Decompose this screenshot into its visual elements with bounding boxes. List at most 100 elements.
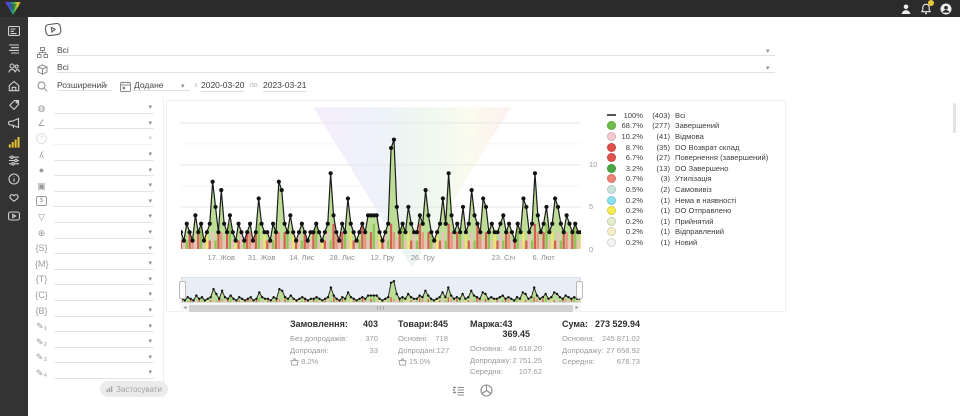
trend-icon: ∠ bbox=[35, 118, 48, 128]
filter-select-hierarchy[interactable]: ▾ bbox=[54, 149, 154, 161]
pie-view-icon[interactable] bbox=[480, 384, 493, 396]
filter-select-custom-3[interactable]: ▾ bbox=[54, 351, 154, 363]
filter-select-package[interactable]: ▾ bbox=[54, 180, 154, 192]
horizontal-scrollbar[interactable]: ◂ ▸ bbox=[181, 304, 581, 312]
nav-item-clients-icon[interactable] bbox=[7, 61, 21, 74]
x-tick-label: 28. Лис bbox=[329, 253, 354, 262]
filter-select-help[interactable]: ▾ bbox=[53, 133, 154, 145]
y-tick-label: 0 bbox=[589, 245, 593, 254]
nav-item-support-heart-icon[interactable] bbox=[7, 191, 21, 204]
chevron-down-icon: ▾ bbox=[148, 212, 152, 220]
legend-line-swatch bbox=[607, 114, 616, 116]
legend-label: DO Возврат склад bbox=[675, 143, 739, 152]
date-to-input[interactable]: 2023-03-21 bbox=[263, 80, 306, 92]
nav-item-marketing-icon[interactable] bbox=[7, 117, 21, 130]
legend-item[interactable]: 10.2%(41)Відмова bbox=[607, 131, 785, 142]
nav-item-video-tutorials-icon[interactable] bbox=[7, 209, 21, 222]
filter-select-sphere[interactable]: ▾ bbox=[54, 102, 154, 114]
filter-select-marker[interactable]: ▾ bbox=[54, 164, 154, 176]
chevron-down-icon: ▾ bbox=[181, 82, 185, 90]
filter-select-money[interactable]: ▾ bbox=[53, 195, 154, 207]
legend-item[interactable]: 100%(403)Всі bbox=[607, 110, 785, 121]
vertical-scrollbar[interactable] bbox=[953, 103, 956, 133]
date-from-label: з bbox=[194, 82, 197, 89]
nav-item-warehouse-icon[interactable] bbox=[7, 80, 21, 93]
legend-dot-swatch bbox=[607, 196, 616, 205]
date-from-input[interactable]: 2020-03-20 bbox=[201, 80, 244, 92]
filter-select-var-t[interactable]: ▾ bbox=[54, 273, 154, 285]
filter-select-group[interactable]: Всі bbox=[57, 45, 69, 55]
search-mode-select[interactable]: Розширений bbox=[57, 80, 106, 90]
legend-label: Утилізація bbox=[675, 174, 712, 183]
orders-chart[interactable] bbox=[181, 106, 581, 249]
stat-column: Замовлення:403Без допродажів:370Допродан… bbox=[290, 319, 378, 368]
user-icon[interactable] bbox=[899, 2, 912, 15]
scroll-right-icon[interactable]: ▸ bbox=[573, 304, 581, 312]
legend-item[interactable]: 0.7%(3)Утилізація bbox=[607, 174, 785, 185]
app-logo-icon[interactable] bbox=[4, 1, 22, 16]
filter-row-custom-1: ✎₁▾ bbox=[28, 318, 162, 334]
legend-item[interactable]: 8.7%(35)DO Возврат склад bbox=[607, 142, 785, 153]
legend-percent: 0.2% bbox=[616, 227, 643, 236]
nav-item-sales-tag-icon[interactable] bbox=[7, 98, 21, 111]
legend-item[interactable]: 0.2%(1)Новий bbox=[607, 237, 785, 248]
filter-select-funnel[interactable]: ▾ bbox=[54, 211, 154, 223]
stat-column: Товари:845Основні:718Допродані:12715.0% bbox=[398, 319, 448, 368]
legend-item[interactable]: 0.2%(1)Відправлений bbox=[607, 227, 785, 238]
filter-select-var-m[interactable]: ▾ bbox=[54, 258, 154, 270]
filter-select-var-b[interactable]: ▾ bbox=[54, 305, 154, 317]
nav-item-info-icon[interactable] bbox=[7, 172, 21, 185]
minimap-handle-right[interactable] bbox=[576, 281, 583, 299]
date-field-select[interactable]: Додане bbox=[134, 80, 164, 90]
chart-minimap[interactable] bbox=[181, 277, 581, 303]
avatar-icon[interactable] bbox=[939, 2, 952, 15]
nav-item-analytics-icon[interactable] bbox=[7, 135, 21, 148]
hierarchy-icon: ʎ bbox=[35, 150, 48, 160]
legend-item[interactable]: 68.7%(277)Завершений bbox=[607, 121, 785, 132]
filter-select-custom-2[interactable]: ▾ bbox=[54, 336, 154, 348]
stat-column: Маржа:43 369.45Основна:40 618.20Допродаж… bbox=[470, 319, 542, 378]
legend-item[interactable]: 3.2%(13)DO Завершено bbox=[607, 163, 785, 174]
nav-item-orders-list-icon[interactable] bbox=[7, 43, 21, 56]
legend-dot-swatch bbox=[607, 238, 616, 247]
apply-button[interactable]: Застосувати bbox=[100, 381, 168, 397]
legend-item[interactable]: 0.2%(1)Нема в наявності bbox=[607, 195, 785, 206]
bell-icon[interactable] bbox=[919, 2, 932, 15]
filter-row-custom-2: ✎₂▾ bbox=[28, 334, 162, 350]
funnel-icon: ▽ bbox=[35, 212, 48, 222]
legend-count: (13) bbox=[643, 164, 670, 173]
legend-count: (277) bbox=[643, 121, 670, 130]
legend-percent: 3.2% bbox=[616, 164, 643, 173]
scrollbar-thumb[interactable] bbox=[189, 305, 573, 312]
list-view-icon[interactable] bbox=[452, 384, 465, 396]
legend-label: Відмова bbox=[675, 132, 704, 141]
chevron-down-icon: ▾ bbox=[766, 47, 770, 55]
minimap-handle-left[interactable] bbox=[179, 281, 186, 299]
filter-select-custom-4[interactable]: ▾ bbox=[54, 367, 154, 379]
filter-select-globe[interactable]: ▾ bbox=[54, 227, 154, 239]
video-help-icon[interactable] bbox=[44, 22, 63, 42]
filter-select-var-s[interactable]: ▾ bbox=[54, 242, 154, 254]
var-t-icon: {T} bbox=[35, 274, 48, 284]
legend-item[interactable]: 0.5%(2)Самовивіз bbox=[607, 184, 785, 195]
basket-icon: 8.2% bbox=[290, 356, 318, 368]
custom-3-icon: ✎₃ bbox=[35, 352, 48, 362]
legend-item[interactable]: 0.2%(1)Прийнятий bbox=[607, 216, 785, 227]
filter-select-custom-1[interactable]: ▾ bbox=[54, 320, 154, 332]
filter-row-funnel: ▽▾ bbox=[28, 209, 162, 225]
x-tick-label: 23. Січ bbox=[492, 253, 516, 262]
search-icon[interactable] bbox=[37, 79, 48, 90]
legend-item[interactable]: 0.2%(1)DO Отправлено bbox=[607, 205, 785, 216]
legend-label: Повернення (завершений) bbox=[675, 153, 768, 162]
filter-select-product[interactable]: Всі bbox=[57, 62, 69, 72]
notification-badge bbox=[928, 0, 934, 6]
nav-item-settings-sliders-icon[interactable] bbox=[7, 154, 21, 167]
date-to-label: по bbox=[250, 82, 258, 89]
scroll-left-icon[interactable]: ◂ bbox=[181, 304, 189, 312]
legend-item[interactable]: 6.7%(27)Повернення (завершений) bbox=[607, 152, 785, 163]
nav-item-cards-icon[interactable] bbox=[7, 24, 21, 37]
legend-dot-swatch bbox=[607, 132, 616, 141]
filter-select-var-c[interactable]: ▾ bbox=[54, 289, 154, 301]
filter-row-custom-4: ✎₄▾ bbox=[28, 365, 162, 381]
filter-select-trend[interactable]: ▾ bbox=[54, 117, 154, 129]
